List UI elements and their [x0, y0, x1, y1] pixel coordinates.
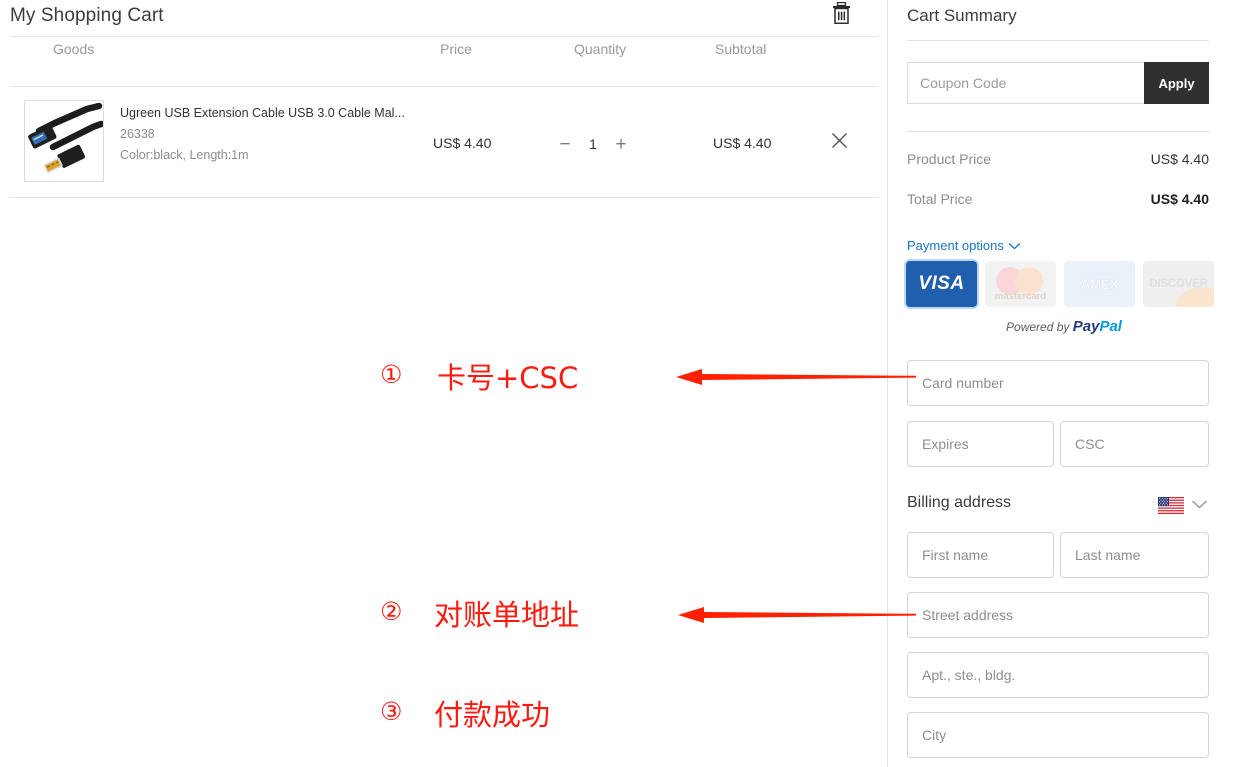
- discover-arc-icon: [1176, 287, 1214, 307]
- quantity-stepper: − 1 +: [552, 132, 634, 156]
- mastercard-logo-text: mastercard: [994, 291, 1047, 302]
- annotation-number-2: ②: [380, 597, 403, 626]
- visa-logo-text: VISA: [918, 273, 965, 294]
- annotation-text-1: 卡号+CSC: [437, 361, 579, 395]
- country-selector[interactable]: [1158, 496, 1208, 514]
- apply-coupon-button[interactable]: Apply: [1144, 62, 1209, 104]
- remove-item-button[interactable]: [826, 130, 852, 156]
- annotation-number-3: ③: [380, 697, 403, 726]
- last-name-field[interactable]: [1060, 532, 1209, 578]
- annotation-text-2: 对账单地址: [434, 598, 580, 632]
- billing-address-title: Billing address: [907, 494, 1012, 511]
- coupon-divider: [907, 131, 1209, 132]
- column-header-goods: Goods: [53, 41, 95, 57]
- card-number-field[interactable]: [907, 360, 1209, 406]
- product-price: US$ 4.40: [433, 135, 492, 151]
- column-header-subtotal: Subtotal: [715, 41, 767, 57]
- card-csc-field[interactable]: [1060, 421, 1209, 467]
- annotation-text-3: 付款成功: [434, 698, 551, 732]
- product-price-row: Product Price US$ 4.40: [907, 151, 1209, 167]
- cart-header: My Shopping Cart: [0, 0, 888, 37]
- page-root: My Shopping Cart Goods Price Quantity Su…: [0, 0, 1239, 767]
- annotation-number-1: ①: [380, 360, 403, 389]
- header-divider: [10, 36, 878, 37]
- product-thumbnail[interactable]: [24, 100, 104, 182]
- quantity-value[interactable]: 1: [578, 136, 608, 152]
- close-icon: [831, 132, 848, 154]
- row-divider: [10, 197, 878, 198]
- us-flag-icon: [1158, 496, 1184, 514]
- payment-options-toggle[interactable]: Payment options: [907, 238, 1021, 253]
- paypal-logo-pay: Pay: [1072, 318, 1100, 335]
- column-header-price: Price: [440, 41, 472, 57]
- annotation-arrow-2: [678, 607, 916, 623]
- payment-card-discover[interactable]: DISCOVER: [1143, 261, 1214, 307]
- payment-card-mastercard[interactable]: mastercard: [985, 261, 1056, 307]
- total-price-label: Total Price: [907, 191, 973, 207]
- chevron-down-icon: [1191, 496, 1208, 514]
- powered-by-label: Powered by: [1006, 320, 1070, 334]
- cart-table-header: Goods Price Quantity Subtotal: [0, 41, 888, 87]
- clear-cart-button[interactable]: [826, 0, 856, 30]
- column-header-quantity: Quantity: [574, 41, 627, 57]
- payment-card-amex[interactable]: AMEX: [1064, 261, 1135, 307]
- payment-card-visa[interactable]: VISA: [906, 261, 977, 307]
- product-attributes: Color:black, Length:1m: [120, 148, 249, 162]
- paypal-logo-pal: Pal: [1099, 318, 1122, 335]
- discover-logo-text: DISCOVER: [1149, 278, 1208, 290]
- product-name[interactable]: Ugreen USB Extension Cable USB 3.0 Cable…: [120, 106, 405, 120]
- street-address-field[interactable]: [907, 592, 1209, 638]
- apt-suite-field[interactable]: [907, 652, 1209, 698]
- chevron-down-icon: [1008, 238, 1021, 253]
- payment-options-label: Payment options: [907, 238, 1004, 253]
- card-expires-field[interactable]: [907, 421, 1054, 467]
- quantity-increase-button[interactable]: +: [608, 132, 634, 156]
- total-price-value: US$ 4.40: [1150, 191, 1209, 207]
- city-field[interactable]: [907, 712, 1209, 758]
- product-sku: 26338: [120, 127, 155, 141]
- product-price-value: US$ 4.40: [1150, 151, 1209, 167]
- powered-by-paypal: Powered by PayPal: [889, 318, 1239, 335]
- trash-icon: [832, 1, 851, 29]
- table-header-divider: [10, 86, 878, 87]
- summary-title: Cart Summary: [907, 6, 1017, 25]
- product-subtotal: US$ 4.40: [713, 135, 772, 151]
- first-name-field[interactable]: [907, 532, 1054, 578]
- page-title: My Shopping Cart: [10, 5, 164, 26]
- payment-card-options: VISA mastercard AMEX DISCOVER: [906, 261, 1214, 307]
- product-price-label: Product Price: [907, 151, 992, 167]
- annotation-arrow-1: [676, 369, 916, 385]
- coupon-form: Apply: [907, 62, 1209, 104]
- table-row: Ugreen USB Extension Cable USB 3.0 Cable…: [0, 88, 888, 198]
- quantity-decrease-button[interactable]: −: [552, 132, 578, 156]
- amex-logo-text: AMEX: [1080, 276, 1119, 292]
- coupon-input[interactable]: [907, 62, 1144, 104]
- summary-divider: [907, 40, 1209, 41]
- cart-summary-panel: Cart Summary Apply Product Price US$ 4.4…: [889, 0, 1239, 767]
- total-price-row: Total Price US$ 4.40: [907, 191, 1209, 207]
